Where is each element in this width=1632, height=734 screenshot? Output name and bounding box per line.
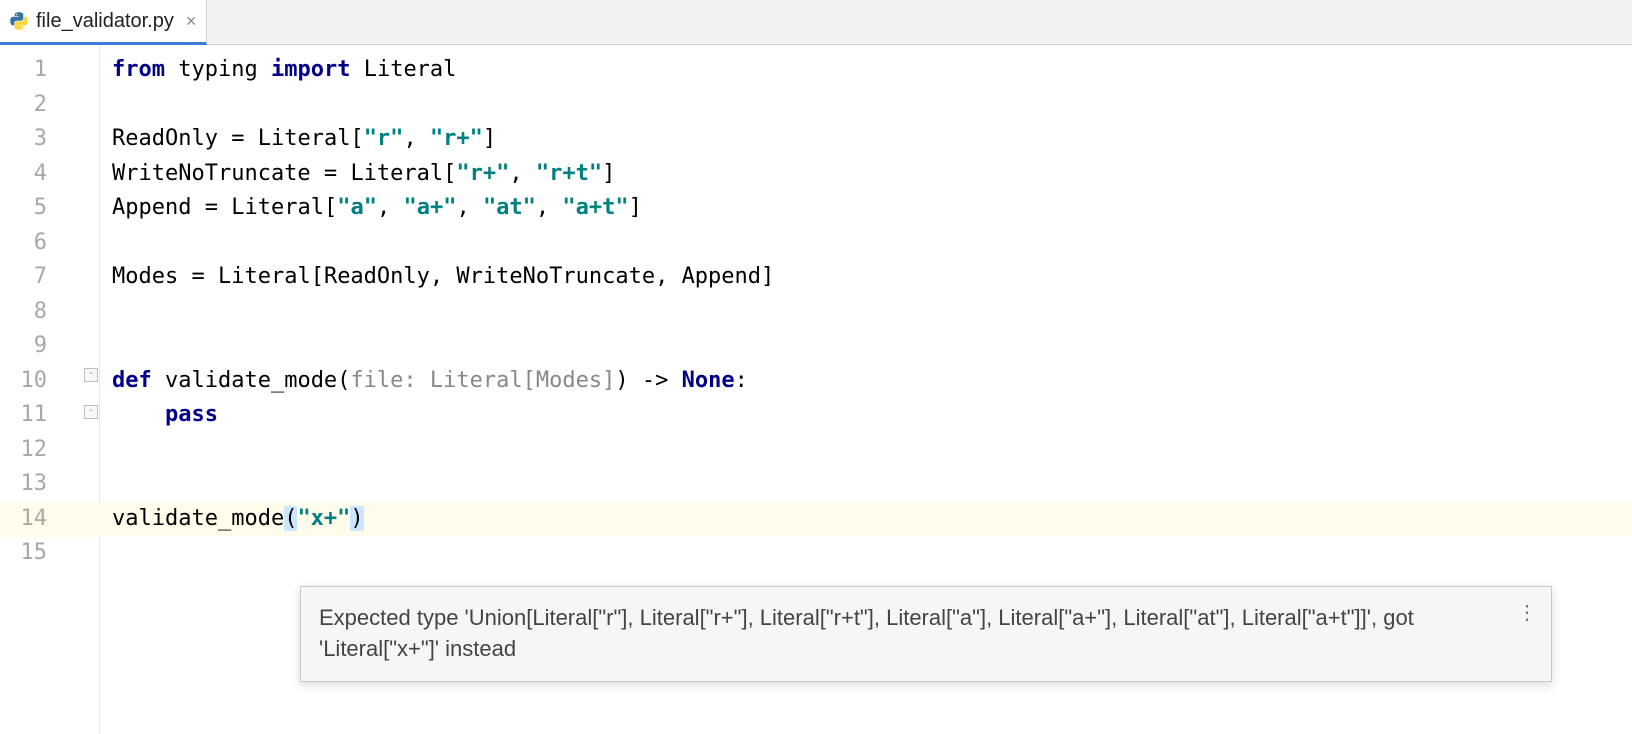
tab-filename: file_validator.py (36, 10, 174, 33)
tab-bar: file_validator.py × (0, 0, 1632, 45)
close-icon[interactable]: × (180, 11, 197, 32)
line-number[interactable]: 11 (0, 398, 55, 433)
file-tab[interactable]: file_validator.py × (0, 0, 207, 45)
line-number[interactable]: 5 (0, 191, 55, 226)
more-actions-icon[interactable]: ⋮ (1517, 599, 1537, 627)
line-number[interactable]: 9 (0, 329, 55, 364)
editor-area: 1 2 3 4 5 6 7 8 9 10 11 12 13 14 15 - - … (0, 45, 1632, 734)
code-line (100, 295, 1632, 330)
line-number[interactable]: 10 (0, 364, 55, 399)
code-line (100, 226, 1632, 261)
fold-toggle-icon[interactable]: - (84, 368, 98, 382)
python-file-icon (8, 10, 30, 32)
code-line: Append = Literal["a", "a+", "at", "a+t"] (100, 191, 1632, 226)
code-line: WriteNoTruncate = Literal["r+", "r+t"] (100, 157, 1632, 192)
line-number[interactable]: 13 (0, 467, 55, 502)
line-number[interactable]: 12 (0, 433, 55, 468)
line-number[interactable]: 4 (0, 157, 55, 192)
line-number[interactable]: 15 (0, 536, 55, 571)
line-number[interactable]: 1 (0, 53, 55, 88)
code-line: def validate_mode(file: Literal[Modes]) … (100, 364, 1632, 399)
code-line: from typing import Literal (100, 53, 1632, 88)
line-number[interactable]: 3 (0, 122, 55, 157)
code-line (100, 433, 1632, 468)
code-line (100, 467, 1632, 502)
code-line (100, 329, 1632, 364)
code-line (100, 88, 1632, 123)
line-numbers: 1 2 3 4 5 6 7 8 9 10 11 12 13 14 15 (0, 53, 55, 571)
tooltip-text: Expected type 'Union[Literal["r"], Liter… (319, 605, 1414, 661)
line-number[interactable]: 2 (0, 88, 55, 123)
code-line: validate_mode("x+") (100, 502, 1632, 537)
line-number[interactable]: 7 (0, 260, 55, 295)
line-number[interactable]: 6 (0, 226, 55, 261)
code-line (100, 536, 1632, 571)
code-line: ReadOnly = Literal["r", "r+"] (100, 122, 1632, 157)
type-error-tooltip: Expected type 'Union[Literal["r"], Liter… (300, 586, 1552, 682)
code-line: Modes = Literal[ReadOnly, WriteNoTruncat… (100, 260, 1632, 295)
line-number[interactable]: 8 (0, 295, 55, 330)
gutter: 1 2 3 4 5 6 7 8 9 10 11 12 13 14 15 - - (0, 45, 100, 734)
line-number[interactable]: 14 (0, 502, 55, 537)
code-line: pass (100, 398, 1632, 433)
fold-end-icon[interactable]: - (84, 405, 98, 419)
